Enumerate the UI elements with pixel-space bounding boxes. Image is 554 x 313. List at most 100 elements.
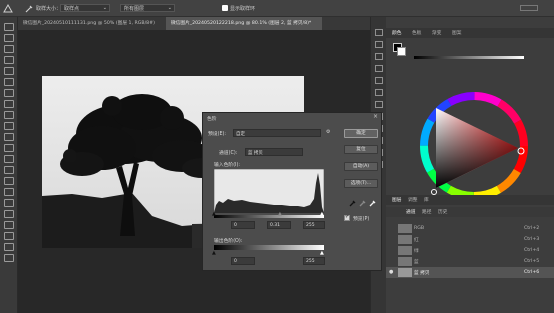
zoom-tool-icon[interactable] [4, 243, 14, 251]
channel-thumbnail [398, 257, 412, 266]
channel-shortcut: Ctrl+6 [524, 270, 540, 275]
adjust-icon[interactable] [375, 41, 383, 48]
frame-tool-icon[interactable] [4, 78, 14, 86]
swatch-icon[interactable] [375, 65, 383, 72]
move-tool-icon[interactable] [4, 23, 14, 31]
background-color-swatch[interactable] [397, 47, 406, 56]
tab-history[interactable]: 历史 [438, 209, 447, 215]
output-levels-label: 输出色阶(O): [214, 239, 243, 244]
paragraph-icon[interactable] [375, 101, 383, 108]
history-icon[interactable] [375, 29, 383, 36]
preset-label: 预设(E): [208, 132, 226, 137]
tab-libraries[interactable]: 库 [424, 197, 429, 203]
close-icon[interactable]: × [373, 113, 378, 120]
character-icon[interactable] [375, 89, 383, 96]
black-point-handle[interactable]: ▲ [212, 211, 216, 217]
pen-tool-icon[interactable] [4, 188, 14, 196]
tab-patterns[interactable]: 图案 [452, 30, 461, 36]
document-tab-2[interactable]: 微信图片_20240520122218.png @ 80.1% (图层 2, 蓝… [166, 17, 322, 30]
channel-row-red[interactable]: 红 Ctrl+3 [386, 234, 554, 245]
crop-tool-icon[interactable] [4, 67, 14, 75]
stamp-tool-icon[interactable] [4, 122, 14, 130]
chevron-down-icon: ⌄ [102, 5, 107, 11]
brush-tool-icon[interactable] [4, 111, 14, 119]
quick-select-tool-icon[interactable] [4, 56, 14, 64]
window-control[interactable] [520, 5, 538, 11]
channel-name: 蓝 [414, 260, 419, 265]
dialog-title: 色阶 [207, 117, 217, 122]
document-tab-1[interactable]: 微信图片_20240510111131.png @ 50% (图层 1, RGB… [18, 17, 166, 30]
history-brush-tool-icon[interactable] [4, 133, 14, 141]
channel-row-blue[interactable]: 蓝 Ctrl+5 [386, 256, 554, 267]
channel-select[interactable]: 蓝 拷贝 [245, 148, 303, 156]
document-tab-title: 微信图片_20240520122218.png @ 80.1% (图层 2, 蓝… [171, 21, 312, 26]
output-black-handle[interactable]: ▲ [212, 250, 216, 256]
white-point-handle[interactable]: ▲ [320, 211, 324, 217]
more-tools-icon[interactable] [4, 254, 14, 262]
tab-layers[interactable]: 图层 [392, 197, 401, 203]
lasso-tool-icon[interactable] [4, 45, 14, 53]
channel-row-green[interactable]: 绿 Ctrl+4 [386, 245, 554, 256]
channel-value: 蓝 拷贝 [248, 151, 263, 156]
chevron-down-icon: ⌄ [167, 5, 172, 11]
dodge-tool-icon[interactable] [4, 177, 14, 185]
shape-tool-icon[interactable] [4, 221, 14, 229]
input-levels-label: 输入色阶(I): [214, 163, 240, 168]
input-levels-slider[interactable] [214, 215, 324, 218]
tab-color[interactable]: 颜色 [392, 30, 401, 36]
info-icon[interactable] [375, 77, 383, 84]
tab-adjustments[interactable]: 调整 [408, 197, 417, 203]
path-select-tool-icon[interactable] [4, 210, 14, 218]
hsb-color-wheel[interactable] [418, 90, 530, 202]
show-sampling-ring-checkbox[interactable] [222, 5, 228, 11]
input-black-field[interactable]: 0 [231, 221, 255, 229]
input-gamma-field[interactable]: 0.31 [267, 221, 291, 229]
input-gamma-value: 0.31 [270, 223, 281, 228]
hand-tool-icon[interactable] [4, 232, 14, 240]
tab-swatches[interactable]: 色板 [412, 30, 421, 36]
gray-eyedropper-icon[interactable] [359, 199, 367, 207]
eyedropper-tool-icon[interactable] [4, 89, 14, 97]
gradient-tool-icon[interactable] [4, 155, 14, 163]
gear-icon[interactable]: ⚙ [326, 129, 330, 135]
output-white-field[interactable]: 255 [303, 257, 325, 265]
channel-shortcut: Ctrl+2 [524, 226, 540, 231]
channel-shortcut: Ctrl+4 [524, 248, 540, 253]
photoshop-home-icon[interactable] [3, 4, 13, 13]
channel-row-blue-copy[interactable]: ● 蓝 拷贝 Ctrl+6 [386, 267, 554, 278]
channel-thumbnail [398, 235, 412, 244]
black-eyedropper-icon[interactable] [349, 199, 357, 207]
tab-channels[interactable]: 通道 [406, 209, 415, 215]
auto-button[interactable]: 自动(A) [344, 162, 378, 171]
sample-layers-select[interactable]: 所有图层 ⌄ [120, 4, 175, 12]
output-black-field[interactable]: 0 [231, 257, 255, 265]
input-white-field[interactable]: 255 [303, 221, 325, 229]
gamma-handle[interactable]: ▲ [278, 211, 282, 217]
channel-name: 绿 [414, 249, 419, 254]
brush-settings-icon[interactable] [375, 53, 383, 60]
eye-visibility-icon[interactable]: ● [389, 269, 393, 275]
tab-gradients[interactable]: 渐变 [432, 30, 441, 36]
sample-size-value: 取样点 [64, 6, 80, 12]
sample-size-select[interactable]: 取样点 ⌄ [60, 4, 110, 12]
preset-select[interactable]: 自定 [233, 129, 321, 137]
output-levels-slider[interactable] [214, 245, 324, 250]
options-button[interactable]: 选项(T)... [344, 179, 378, 188]
channel-name: 红 [414, 238, 419, 243]
reset-button[interactable]: 复位 [344, 145, 378, 154]
output-white-handle[interactable]: ▲ [320, 250, 324, 256]
channel-row-rgb[interactable]: RGB Ctrl+2 [386, 223, 554, 234]
tab-paths[interactable]: 路径 [422, 209, 431, 215]
brightness-slider[interactable] [414, 56, 524, 59]
type-tool-icon[interactable] [4, 199, 14, 207]
marquee-tool-icon[interactable] [4, 34, 14, 42]
eraser-tool-icon[interactable] [4, 144, 14, 152]
eyedropper-tool-icon[interactable] [24, 4, 34, 13]
levels-dialog: 色阶 × 预设(E): 自定 ⚙ 通道(C): 蓝 拷贝 输入色阶(I): ▲ … [202, 112, 382, 271]
healing-tool-icon[interactable] [4, 100, 14, 108]
tools-panel [0, 17, 18, 313]
ok-button[interactable]: 确定 [344, 129, 378, 138]
channel-name: 蓝 拷贝 [414, 271, 430, 276]
blur-tool-icon[interactable] [4, 166, 14, 174]
white-eyedropper-icon[interactable] [369, 199, 377, 207]
